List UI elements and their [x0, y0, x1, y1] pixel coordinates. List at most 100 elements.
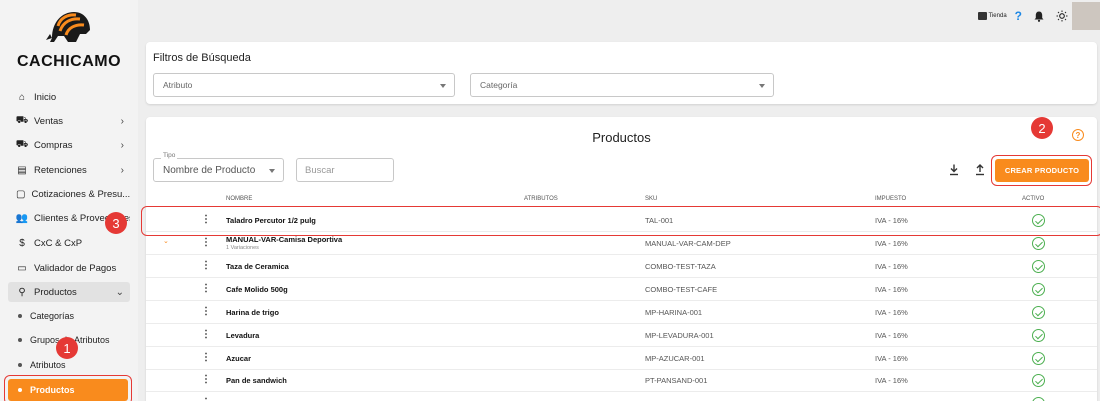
product-tax: IVA - 16% [875, 262, 908, 271]
active-check-icon [1032, 283, 1045, 296]
table-header: NOMBRE ATRIBUTOS SKU IMPUESTO ACTIVO [146, 193, 1097, 207]
active-check-icon [1032, 374, 1045, 387]
logo[interactable]: CACHICAMO [0, 0, 138, 80]
product-sku: MANUAL-VAR-CAM-DEP [645, 239, 731, 248]
receipt-icon: ▤ [17, 164, 27, 176]
filters-panel: Filtros de Búsqueda Atributo Categoría [146, 42, 1097, 104]
column-header-name[interactable]: NOMBRE [226, 196, 252, 202]
type-select-value: Nombre de Producto [163, 164, 256, 176]
sidebar-item-label: Cotizaciones & Presu... [31, 188, 130, 200]
avatar[interactable] [1072, 2, 1100, 30]
chevron-right-icon: › [120, 115, 124, 127]
product-tax: IVA - 16% [875, 354, 908, 363]
products-panel: Productos ? Nombre de Producto Tipo Busc… [146, 117, 1097, 401]
home-icon: ⌂ [18, 91, 26, 103]
sidebar-item-compras[interactable]: ⛟ Compras › [8, 135, 130, 155]
store-label: Tienda [988, 13, 1007, 19]
expand-chevron-icon[interactable]: ⌄ [163, 237, 169, 245]
store-link[interactable]: Tienda [977, 12, 1007, 20]
sidebar-item-cxc[interactable]: $ CxC & CxP [8, 233, 130, 253]
sidebar-item-label: Inicio [34, 91, 57, 103]
product-variations: 1 Variaciones [226, 245, 259, 251]
product-tax: IVA - 16% [875, 285, 908, 294]
product-tax: IVA - 16% [875, 239, 908, 248]
product-sku: MP-AZUCAR-001 [645, 354, 705, 363]
cart-icon: ⛟ [15, 138, 29, 150]
armadillo-logo-icon [46, 12, 90, 42]
upload-icon[interactable] [975, 164, 985, 176]
active-check-icon [1032, 260, 1045, 273]
sidebar-item-ventas[interactable]: ⛟ Ventas › [8, 111, 130, 131]
sidebar-subitem-atributos[interactable]: Atributos [18, 356, 66, 374]
help-icon[interactable]: ? [1015, 9, 1022, 23]
bell-icon[interactable] [1034, 11, 1044, 22]
bullet-icon [18, 338, 22, 342]
table-row[interactable]: ⋮ [146, 392, 1097, 401]
caret-down-icon [269, 169, 275, 173]
step-badge-2: 2 [1031, 117, 1053, 139]
search-placeholder: Buscar [305, 164, 335, 176]
sidebar-subitem-label: Categorías [30, 311, 75, 321]
sidebar-item-inicio[interactable]: ⌂ Inicio [8, 87, 130, 107]
column-header-sku[interactable]: SKU [645, 196, 657, 202]
search-input[interactable]: Buscar [296, 158, 394, 182]
filters-title: Filtros de Búsqueda [153, 52, 251, 64]
step-badge-1: 1 [56, 337, 78, 359]
theme-toggle-icon[interactable] [1056, 10, 1068, 22]
table-row[interactable]: ⋮ Azucar MP-AZUCAR-001 IVA - 16% [146, 347, 1097, 370]
page-title: Productos [592, 130, 651, 145]
category-select[interactable]: Categoría [470, 73, 774, 97]
product-name: Pan de sandwich [226, 376, 287, 385]
bullet-icon [18, 314, 22, 318]
column-header-attributes[interactable]: ATRIBUTOS [524, 196, 558, 202]
sidebar-item-retenciones[interactable]: ▤ Retenciones › [8, 160, 130, 180]
attribute-select-placeholder: Atributo [163, 80, 193, 90]
product-sku: MP-LEVADURA-001 [645, 331, 714, 340]
more-options-icon[interactable]: ⋮ [201, 330, 211, 340]
sidebar-item-label: Productos [34, 286, 77, 298]
bullet-icon [18, 363, 22, 367]
column-header-tax[interactable]: IMPUESTO [875, 196, 906, 202]
sidebar-subitem-label: Atributos [30, 360, 66, 370]
more-options-icon[interactable]: ⋮ [201, 307, 211, 317]
category-select-placeholder: Categoría [480, 80, 518, 90]
active-check-icon [1032, 352, 1045, 365]
download-icon[interactable] [949, 164, 959, 176]
table-row[interactable]: ⋮ Pan de sandwich PT-PANSAND-001 IVA - 1… [146, 369, 1097, 392]
highlight-first-row [141, 206, 1100, 236]
product-name: Harina de trigo [226, 308, 279, 317]
sidebar-subitem-categorias[interactable]: Categorías [18, 307, 74, 325]
highlight-create-button [991, 155, 1092, 186]
money-icon: $ [19, 237, 25, 249]
help-circle-icon[interactable]: ? [1072, 129, 1084, 141]
card-icon: ▭ [17, 262, 27, 274]
product-sku: COMBO-TEST-CAFE [645, 285, 718, 294]
chevron-right-icon: › [120, 164, 124, 176]
cart-icon: ⛟ [15, 114, 29, 126]
product-sku: COMBO-TEST-TAZA [645, 262, 716, 271]
chevron-right-icon: › [120, 139, 124, 151]
top-bar: Tienda ? [977, 0, 1100, 32]
table-row[interactable]: ⋮ Cafe Molido 500g COMBO-TEST-CAFE IVA -… [146, 278, 1097, 301]
sidebar-item-productos[interactable]: ⚲ Productos ⌄ [8, 282, 130, 302]
more-options-icon[interactable]: ⋮ [201, 238, 211, 248]
attribute-select[interactable]: Atributo [153, 73, 455, 97]
more-options-icon[interactable]: ⋮ [201, 261, 211, 271]
table-row[interactable]: ⋮ Harina de trigo MP-HARINA-001 IVA - 16… [146, 301, 1097, 324]
highlight-productos-menu [4, 375, 132, 401]
more-options-icon[interactable]: ⋮ [201, 353, 211, 363]
table-row[interactable]: ⋮ Levadura MP-LEVADURA-001 IVA - 16% [146, 324, 1097, 347]
sidebar-item-cotizaciones[interactable]: ▢ Cotizaciones & Presu... [8, 184, 130, 204]
column-header-active[interactable]: ACTIVO [1022, 196, 1044, 202]
more-options-icon[interactable]: ⋮ [201, 284, 211, 294]
sidebar-item-validador[interactable]: ▭ Validador de Pagos [8, 258, 130, 278]
product-tax: IVA - 16% [875, 331, 908, 340]
product-name: Levadura [226, 331, 260, 340]
people-icon: 👥 [15, 212, 29, 224]
type-select[interactable]: Nombre de Producto [153, 158, 284, 182]
product-tax: IVA - 16% [875, 376, 908, 385]
table-row[interactable]: ⋮ Taza de Ceramica COMBO-TEST-TAZA IVA -… [146, 255, 1097, 278]
active-check-icon [1032, 397, 1045, 401]
more-options-icon[interactable]: ⋮ [201, 375, 211, 385]
caret-down-icon [759, 84, 765, 88]
